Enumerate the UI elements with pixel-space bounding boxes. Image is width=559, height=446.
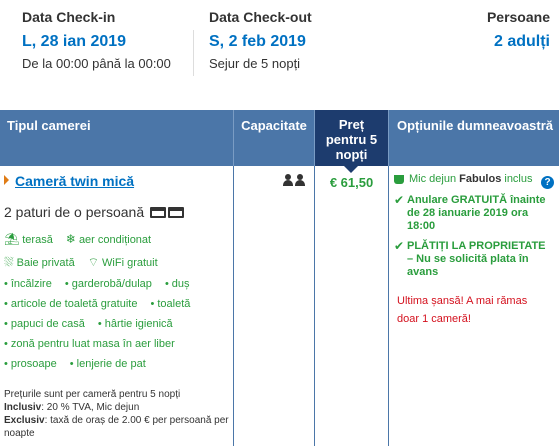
scarcity-warning: Ultima șansă! A mai rămas doar 1 cameră! — [397, 295, 528, 325]
price-note-exclusive: Exclusiv: taxă de oraș de 2.00 € per per… — [4, 415, 229, 439]
header-price-line2: pentru 5 — [325, 132, 378, 147]
guests-block: Persoane 2 adulți — [487, 9, 550, 51]
amenity-row: • încălzire • garderobă/dulap • duș — [4, 278, 190, 290]
options-cell: Mic dejun Fabulos inclus ? ✔ Anulare GRA… — [389, 166, 559, 446]
header-price-line1: Preț — [338, 117, 365, 132]
amenity-item: încălzire — [10, 278, 52, 290]
room-price: € 61,50 — [329, 175, 374, 190]
free-cancellation-text: Anulare GRATUITĂ înainte de 28 ianuarie … — [407, 194, 546, 232]
checkin-block: Data Check-in L, 28 ian 2019 De la 00:00… — [22, 9, 171, 71]
bed-text: 2 paturi de o persoană — [4, 204, 145, 220]
umbrella-icon: ⛱ — [4, 232, 20, 246]
facility-row: ⛆ Baie privată ⌔ WiFi gratuit — [4, 255, 168, 270]
amenity-item: lenjerie de pat — [76, 358, 146, 370]
facility-wifi: WiFi gratuit — [102, 257, 158, 269]
checkin-hours: De la 00:00 până la 00:00 — [22, 56, 171, 71]
bed-configuration: 2 paturi de o persoană — [4, 204, 184, 220]
amenity-row: • zonă pentru luat masa în aer liber — [4, 338, 175, 350]
room-title-link[interactable]: Cameră twin mică — [4, 173, 134, 189]
stay-length: Sejur de 5 nopți — [209, 56, 301, 71]
rooms-table-header: Tipul camerei Capacitate Preț pentru 5 n… — [0, 110, 559, 166]
help-icon[interactable]: ? — [541, 176, 554, 189]
pay-at-property: ✔ PLĂTIȚI LA PROPRIETATE – Nu se solicit… — [394, 240, 554, 279]
facility-bathroom: Baie privată — [16, 257, 75, 269]
amenity-row: • prosoape • lenjerie de pat — [4, 358, 146, 370]
breakfast-name: Fabulos — [459, 173, 502, 185]
amenity-row: • articole de toaletă gratuite • toaletă — [4, 298, 191, 310]
coffee-cup-icon — [394, 175, 404, 184]
room-cell: Cameră twin mică 2 paturi de o persoană … — [0, 166, 233, 446]
room-title-text[interactable]: Cameră twin mică — [15, 173, 134, 189]
triangle-right-icon — [4, 175, 9, 185]
price-note: Prețurile sunt per cameră pentru 5 nopți… — [4, 388, 229, 440]
amenity-item: zonă pentru luat masa în aer liber — [10, 338, 175, 350]
amenity-item: garderobă/dulap — [71, 278, 152, 290]
guests-label: Persoane — [486, 9, 550, 25]
amenity-item: papuci de casă — [10, 318, 85, 330]
pay-at-property-text: PLĂTIȚI LA PROPRIETATE – Nu se solicită … — [407, 240, 546, 278]
checkin-date[interactable]: L, 28 ian 2019 — [22, 33, 171, 51]
amenity-row: • papuci de casă • hârtie igienică — [4, 318, 173, 330]
wifi-icon: ⌔ — [87, 255, 100, 269]
capacity-cell — [234, 166, 314, 446]
single-bed-icon — [150, 207, 166, 218]
price-header-pointer — [344, 166, 358, 173]
guests-value[interactable]: 2 adulți — [487, 33, 550, 51]
checkout-label: Data Check-out — [209, 9, 312, 25]
rooms-table-body: Cameră twin mică 2 paturi de o persoană … — [0, 166, 559, 446]
checkmark-icon: ✔ — [394, 239, 405, 253]
summary-divider — [193, 30, 194, 76]
checkout-date[interactable]: S, 2 feb 2019 — [209, 33, 312, 51]
amenity-item: duș — [171, 278, 190, 290]
free-cancellation: ✔ Anulare GRATUITĂ înainte de 28 ianuari… — [394, 194, 554, 233]
shower-icon: ⛆ — [4, 255, 14, 269]
header-price: Preț pentru 5 nopți — [314, 110, 388, 166]
price-cell: € 61,50 — [315, 166, 388, 446]
facility-terrace: terasă — [22, 234, 53, 246]
amenity-item: articole de toaletă gratuite — [10, 298, 138, 310]
person-icon — [295, 174, 305, 186]
checkin-label: Data Check-in — [22, 9, 116, 25]
snowflake-icon: ❄ — [65, 232, 76, 246]
facility-ac: aer condiționat — [78, 234, 152, 246]
header-options: Opțiunile dumneavoastră — [388, 110, 559, 166]
price-note-inclusive: Inclusiv: 20 % TVA, Mic dejun — [4, 402, 140, 413]
person-icon — [283, 174, 293, 186]
facility-row: ⛱ terasă ❄ aer condiționat — [4, 232, 161, 246]
price-note-line: Prețurile sunt per cameră pentru 5 nopți — [4, 389, 181, 400]
single-bed-icon — [168, 207, 184, 218]
checkmark-icon: ✔ — [394, 193, 405, 207]
breakfast-info: Mic dejun Fabulos inclus — [409, 173, 533, 185]
header-price-line3: nopți — [335, 147, 368, 162]
header-capacity: Capacitate — [233, 110, 314, 166]
amenity-item: hârtie igienică — [104, 318, 173, 330]
header-room-type: Tipul camerei — [7, 118, 91, 133]
amenity-item: prosoape — [10, 358, 57, 370]
checkout-block: Data Check-out S, 2 feb 2019 Sejur de 5 … — [209, 9, 312, 71]
amenity-item: toaletă — [157, 298, 191, 310]
booking-summary: Data Check-in L, 28 ian 2019 De la 00:00… — [0, 0, 559, 110]
